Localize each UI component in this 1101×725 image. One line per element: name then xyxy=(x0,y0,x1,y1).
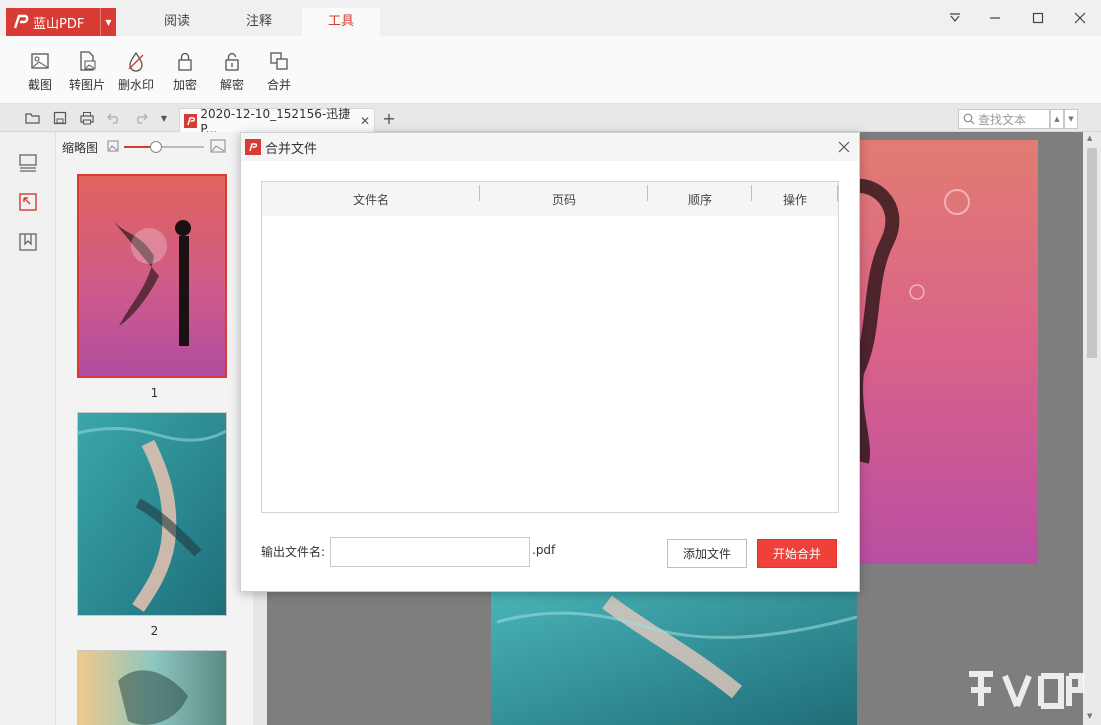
page-thumbnail[interactable] xyxy=(77,650,227,725)
output-filename-label: 输出文件名: xyxy=(261,543,325,560)
decrypt-label: 解密 xyxy=(220,78,244,92)
dialog-close-icon[interactable] xyxy=(835,138,853,156)
thumbnail-label: 缩略图 xyxy=(62,139,98,156)
app-window: 蓝山PDF ▼ 阅读 注释 工具 截图 转图片 删水印 xyxy=(0,0,1101,725)
to-image-label: 转图片 xyxy=(69,78,105,92)
output-filename-input[interactable] xyxy=(330,537,530,567)
page-3-image xyxy=(78,651,226,725)
document-tab[interactable]: 2020-12-10_152156-迅捷P... ✕ xyxy=(179,108,375,132)
screenshot-button[interactable]: 截图 xyxy=(17,50,63,93)
thumbnail-panel-icon[interactable] xyxy=(16,190,40,214)
search-placeholder: 查找文本 xyxy=(978,111,1026,128)
decrypt-button[interactable]: 解密 xyxy=(209,50,255,93)
lock-icon xyxy=(174,50,196,72)
column-header-filename: 文件名 xyxy=(262,191,480,208)
close-icon[interactable] xyxy=(1070,9,1090,27)
encrypt-label: 加密 xyxy=(173,78,197,92)
thumbnail-zoom-slider[interactable] xyxy=(124,146,204,148)
page-view-icon[interactable] xyxy=(16,150,40,174)
app-menu-button[interactable]: 蓝山PDF ▼ xyxy=(6,8,116,36)
encrypt-button[interactable]: 加密 xyxy=(162,50,208,93)
remove-watermark-label: 删水印 xyxy=(118,78,154,92)
slider-knob[interactable] xyxy=(150,141,162,153)
site-watermark-logo xyxy=(965,668,1085,721)
redo-icon[interactable] xyxy=(132,110,150,126)
page-number: 2 xyxy=(56,624,253,638)
merge-files-dialog: 合并文件 文件名 页码 顺序 操作 输出文件名: .pdf 添加文件 开始合并 xyxy=(240,132,860,592)
app-logo-icon xyxy=(12,13,30,31)
thumbnail-panel: 缩略图 1 xyxy=(56,132,253,725)
scroll-down-icon[interactable]: ▼ xyxy=(1087,712,1092,720)
add-file-button[interactable]: 添加文件 xyxy=(667,539,747,568)
minimize-icon[interactable] xyxy=(985,9,1005,27)
screenshot-label: 截图 xyxy=(28,78,52,92)
dropdown-menu-icon[interactable] xyxy=(945,9,965,27)
watermark-erase-icon xyxy=(125,50,147,72)
open-folder-icon[interactable] xyxy=(24,110,42,126)
page-number: 1 xyxy=(56,386,253,400)
search-next-icon[interactable]: ▼ xyxy=(1064,109,1078,129)
quick-access-dropdown-icon[interactable]: ▼ xyxy=(155,110,173,126)
pdf-file-icon xyxy=(184,114,197,128)
tab-tools[interactable]: 工具 xyxy=(302,8,380,36)
page-1-image xyxy=(79,176,225,376)
zoom-in-image-icon[interactable] xyxy=(210,139,226,156)
print-icon[interactable] xyxy=(78,110,96,126)
document-tab-strip: ▼ 2020-12-10_152156-迅捷P... ✕ + 查找文本 ▲ ▼ xyxy=(0,104,1101,132)
column-header-order: 顺序 xyxy=(648,191,752,208)
remove-watermark-button[interactable]: 删水印 xyxy=(113,50,159,93)
scroll-up-icon[interactable]: ▲ xyxy=(1087,134,1092,142)
to-image-button[interactable]: 转图片 xyxy=(64,50,110,93)
merge-label: 合并 xyxy=(267,78,291,92)
file-image-icon xyxy=(76,50,98,72)
scrollbar-thumb[interactable] xyxy=(1087,148,1097,358)
page-thumbnail[interactable] xyxy=(77,174,227,378)
merge-button[interactable]: 合并 xyxy=(256,50,302,93)
merge-icon xyxy=(268,50,290,72)
unlock-icon xyxy=(221,50,243,72)
bookmark-icon[interactable] xyxy=(16,230,40,254)
page-2-image xyxy=(78,413,226,615)
dialog-title-bar: 合并文件 xyxy=(241,133,859,161)
title-bar: 蓝山PDF ▼ 阅读 注释 工具 xyxy=(0,0,1101,36)
zoom-out-image-icon[interactable] xyxy=(107,140,119,155)
chevron-down-icon[interactable]: ▼ xyxy=(100,8,116,36)
search-previous-icon[interactable]: ▲ xyxy=(1050,109,1064,129)
page-thumbnail[interactable] xyxy=(77,412,227,616)
image-crop-icon xyxy=(29,50,51,72)
search-input[interactable]: 查找文本 xyxy=(958,109,1050,129)
new-tab-plus-icon[interactable]: + xyxy=(380,110,398,126)
undo-icon[interactable] xyxy=(105,110,123,126)
tab-read[interactable]: 阅读 xyxy=(138,8,216,36)
output-extension: .pdf xyxy=(532,543,555,557)
side-icon-bar xyxy=(0,132,56,725)
dialog-title: 合并文件 xyxy=(265,138,317,157)
column-header-actions: 操作 xyxy=(752,191,838,208)
search-icon xyxy=(963,113,975,125)
file-list-table[interactable]: 文件名 页码 顺序 操作 xyxy=(261,181,839,513)
brand-label: 蓝山PDF xyxy=(33,13,84,32)
tab-annotate[interactable]: 注释 xyxy=(220,8,298,36)
app-logo-icon xyxy=(245,139,261,155)
table-header: 文件名 页码 顺序 操作 xyxy=(262,182,838,216)
ribbon-toolbar: 截图 转图片 删水印 加密 解密 合并 xyxy=(0,36,1101,104)
save-icon[interactable] xyxy=(51,110,69,126)
maximize-icon[interactable] xyxy=(1028,9,1048,27)
column-header-pages: 页码 xyxy=(480,191,648,208)
start-merge-button[interactable]: 开始合并 xyxy=(757,539,837,568)
document-scrollbar[interactable]: ▲ ▼ xyxy=(1083,132,1101,725)
tab-close-icon[interactable]: ✕ xyxy=(360,114,370,128)
